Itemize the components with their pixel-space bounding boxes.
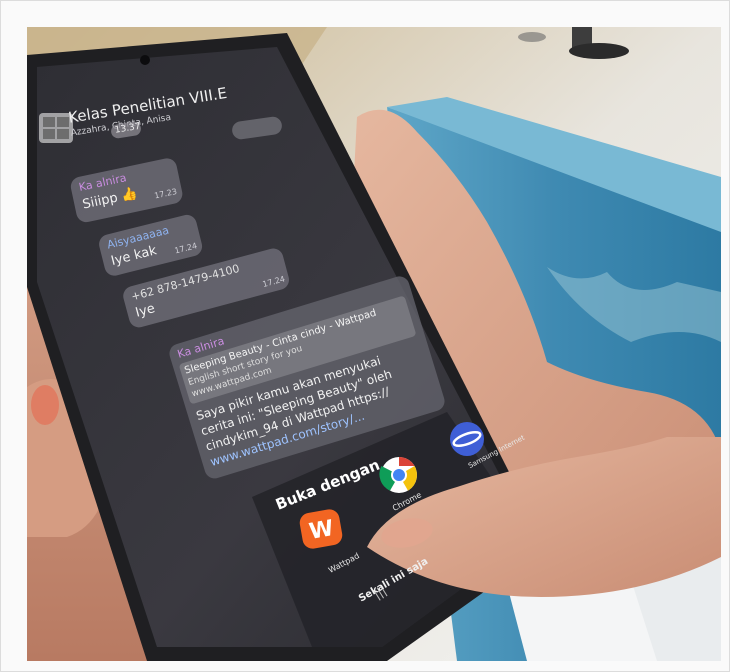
photo: W ||| Kelas Penelitian VIII.E Azzahra, C… [27,27,721,661]
svg-text:W: W [307,516,335,545]
message-time: 17.24 [173,241,199,256]
image-frame: W ||| Kelas Penelitian VIII.E Azzahra, C… [0,0,730,672]
message-time: 17.24 [261,274,286,290]
message-time: 17.23 [153,186,178,201]
message-text: Iye [133,301,157,321]
date-badge-text: 13.37 [114,121,142,136]
